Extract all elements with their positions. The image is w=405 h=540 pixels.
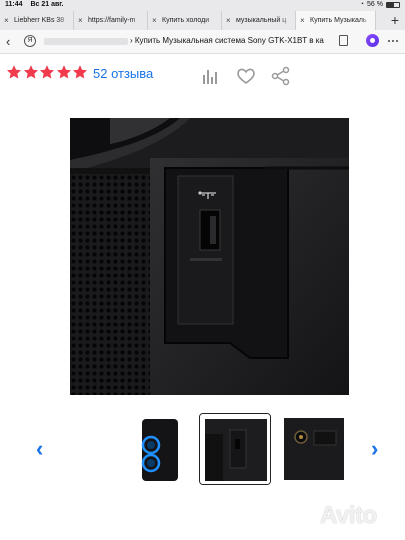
rating-stars	[6, 64, 89, 80]
yandex-icon[interactable]: Я	[24, 35, 36, 47]
new-tab-button[interactable]: +	[391, 12, 399, 28]
close-icon[interactable]: ×	[300, 16, 305, 25]
share-icon[interactable]	[271, 66, 291, 86]
star-icon	[40, 65, 55, 79]
star-icon	[56, 65, 71, 79]
address-bar[interactable]: ‹ Я › Купить Музыкальная система Sony GT…	[0, 30, 405, 54]
star-icon	[73, 65, 88, 79]
tab-bar: × Liebherr KBs 38 × https://family-m × К…	[0, 11, 405, 30]
star-icon	[7, 65, 21, 79]
wifi-icon: ◔	[359, 1, 365, 8]
chevron-right-icon[interactable]: ›	[371, 436, 378, 462]
tab-label: Купить холоди	[162, 17, 210, 24]
close-icon[interactable]: ×	[4, 16, 9, 25]
thumbnail-1[interactable]	[124, 413, 196, 485]
tab-family[interactable]: × https://family-m	[74, 11, 148, 30]
battery-icon	[386, 1, 400, 8]
url-host	[44, 38, 128, 45]
tab-fridge[interactable]: × Купить холоди	[148, 11, 222, 30]
more-icon[interactable]	[388, 40, 398, 42]
status-date: Вс 21 авг.	[30, 1, 64, 8]
status-time: 11:44	[5, 1, 23, 8]
page-title: › Купить Музыкальная система Sony GTK-X1…	[130, 36, 324, 45]
close-icon[interactable]: ×	[152, 16, 157, 25]
product-image[interactable]	[70, 118, 349, 395]
document-icon[interactable]	[339, 35, 348, 46]
chevron-left-icon[interactable]: ‹	[36, 436, 43, 462]
thumbnail-3[interactable]	[274, 413, 346, 485]
tab-music-system[interactable]: × Купить Музыкаль	[296, 11, 376, 30]
avito-watermark: Avito	[298, 502, 377, 530]
status-bar: 11:44 Вс 21 авг. ◔ 56 %	[0, 0, 405, 11]
close-icon[interactable]: ×	[78, 16, 83, 25]
star-icon	[23, 65, 38, 79]
back-icon[interactable]: ‹	[6, 34, 10, 49]
heart-icon[interactable]	[236, 66, 256, 86]
alice-icon[interactable]	[366, 34, 379, 47]
close-icon[interactable]: ×	[226, 16, 231, 25]
tab-liebherr[interactable]: × Liebherr KBs 38	[0, 11, 74, 30]
thumbnail-2-selected[interactable]	[199, 413, 271, 485]
battery-percent: 56 %	[367, 1, 383, 8]
chart-icon[interactable]	[200, 66, 220, 86]
tab-label: https://family-m	[88, 17, 136, 24]
tab-music-center[interactable]: × музыкальный ц	[222, 11, 296, 30]
reviews-link[interactable]: 52 отзыва	[93, 66, 153, 81]
